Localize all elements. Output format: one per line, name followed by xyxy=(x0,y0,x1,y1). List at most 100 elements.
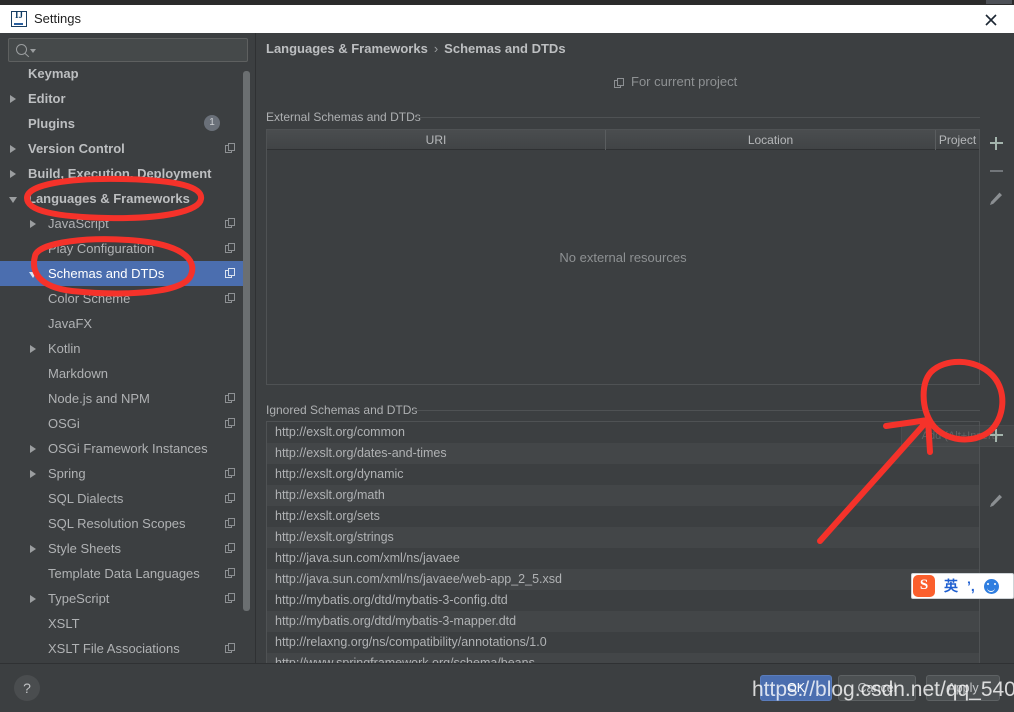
list-item[interactable]: http://exslt.org/dynamic xyxy=(267,464,979,485)
dialog-footer: ? OK Cancel Apply xyxy=(0,663,1014,712)
sidebar-item-label: JavaFX xyxy=(48,316,93,331)
sidebar-item-style-sheets[interactable]: Style Sheets xyxy=(0,536,250,561)
chevron-right-icon[interactable] xyxy=(30,220,36,228)
copy-project-icon xyxy=(225,418,236,429)
chevron-down-icon[interactable] xyxy=(29,272,37,278)
copy-project-icon xyxy=(225,393,236,404)
chevron-right-icon[interactable] xyxy=(30,345,36,353)
sogou-ime-toolbar[interactable]: S 英 ’, xyxy=(911,573,1014,599)
external-resources-table[interactable]: URI Location Project No external resourc… xyxy=(266,129,980,385)
sidebar-item-xslt[interactable]: XSLT xyxy=(0,611,250,636)
sidebar-item-node-js-and-npm[interactable]: Node.js and NPM xyxy=(0,386,250,411)
sidebar-item-template-data-languages[interactable]: Template Data Languages xyxy=(0,561,250,586)
copy-project-icon xyxy=(225,543,236,554)
scope-label: For current project xyxy=(631,74,738,89)
breadcrumb-parent[interactable]: Languages & Frameworks xyxy=(266,41,428,56)
window-title: Settings xyxy=(34,11,81,26)
list-item[interactable]: http://relaxng.org/ns/compatibility/anno… xyxy=(267,632,979,653)
chevron-right-icon[interactable] xyxy=(10,145,16,153)
sidebar-item-osgi-framework-instances[interactable]: OSGi Framework Instances xyxy=(0,436,250,461)
sidebar-item-osgi[interactable]: OSGi xyxy=(0,411,250,436)
list-item[interactable]: http://java.sun.com/xml/ns/javaee/web-ap… xyxy=(267,569,979,590)
remove-external-resource-button[interactable] xyxy=(982,157,1010,185)
ime-mode-toggle[interactable]: 英 xyxy=(944,576,958,596)
chevron-right-icon[interactable] xyxy=(10,95,16,103)
list-item[interactable]: http://java.sun.com/xml/ns/javaee xyxy=(267,548,979,569)
copy-project-icon xyxy=(225,293,236,304)
list-item[interactable]: http://mybatis.org/dtd/mybatis-3-config.… xyxy=(267,590,979,611)
sidebar-item-play-configuration[interactable]: Play Configuration xyxy=(0,236,250,261)
sidebar-item-plugins[interactable]: Plugins 1 xyxy=(0,111,250,136)
cancel-button[interactable]: Cancel xyxy=(838,675,916,701)
search-box[interactable] xyxy=(8,38,248,62)
list-item[interactable]: http://exslt.org/common xyxy=(267,422,979,443)
chevron-down-icon[interactable] xyxy=(30,49,36,53)
chevron-right-icon[interactable] xyxy=(30,595,36,603)
sidebar-item-javascript[interactable]: JavaScript xyxy=(0,211,250,236)
apply-button[interactable]: Apply xyxy=(926,675,1000,701)
list-item-label: http://relaxng.org/ns/compatibility/anno… xyxy=(275,635,547,649)
sidebar-item-editor[interactable]: Editor xyxy=(0,86,250,111)
title-bar: Settings xyxy=(0,5,1014,34)
chevron-right-icon[interactable] xyxy=(10,170,16,178)
sidebar-item-build-execution-deployment[interactable]: Build, Execution, Deployment xyxy=(0,161,250,186)
sidebar-item-keymap[interactable]: Keymap xyxy=(0,67,250,86)
list-item[interactable]: http://mybatis.org/dtd/mybatis-3-mapper.… xyxy=(267,611,979,632)
sidebar-item-label: OSGi Framework Instances xyxy=(48,441,208,456)
list-item[interactable]: http://exslt.org/sets xyxy=(267,506,979,527)
list-item-label: http://exslt.org/math xyxy=(275,488,385,502)
sidebar-item-label: SQL Dialects xyxy=(48,491,124,506)
list-item[interactable]: http://exslt.org/dates-and-times xyxy=(267,443,979,464)
add-ignored-resource-button[interactable] xyxy=(982,421,1010,449)
sidebar-item-version-control[interactable]: Version Control xyxy=(0,136,250,161)
chevron-right-icon[interactable] xyxy=(30,545,36,553)
ime-punctuation-toggle[interactable]: ’, xyxy=(967,578,975,594)
list-item[interactable]: http://exslt.org/math xyxy=(267,485,979,506)
sidebar-item-label: XSLT File Associations xyxy=(48,641,180,656)
add-external-resource-button[interactable] xyxy=(982,129,1010,157)
copy-project-icon xyxy=(225,468,236,479)
ignored-section-title: Ignored Schemas and DTDs xyxy=(266,403,424,417)
sidebar-item-typescript[interactable]: TypeScript xyxy=(0,586,250,611)
chevron-down-icon[interactable] xyxy=(9,197,17,203)
sidebar-item-kotlin[interactable]: Kotlin xyxy=(0,336,250,361)
sidebar-item-xslt-file-associations[interactable]: XSLT File Associations xyxy=(0,636,250,661)
ignored-resources-list[interactable]: http://exslt.org/common http://exslt.org/… xyxy=(266,421,980,675)
edit-external-resource-button[interactable] xyxy=(982,185,1010,213)
sidebar-item-label: Style Sheets xyxy=(48,541,121,556)
sidebar-item-sql-resolution-scopes[interactable]: SQL Resolution Scopes xyxy=(0,511,250,536)
copy-project-icon xyxy=(225,218,236,229)
copy-project-icon xyxy=(225,143,236,154)
smiley-icon[interactable] xyxy=(983,578,999,594)
pencil-icon xyxy=(982,487,1010,515)
sidebar-item-spring[interactable]: Spring xyxy=(0,461,250,486)
sidebar-item-label: Node.js and NPM xyxy=(48,391,150,406)
ok-button[interactable]: OK xyxy=(760,675,832,701)
sidebar-item-javafx[interactable]: JavaFX xyxy=(0,311,250,336)
sidebar-item-schemas-and-dtds[interactable]: Schemas and DTDs xyxy=(0,261,250,286)
sidebar-item-sql-dialects[interactable]: SQL Dialects xyxy=(0,486,250,511)
sidebar-item-label: Plugins xyxy=(28,116,75,131)
help-button[interactable]: ? xyxy=(14,675,40,701)
search-field-wrapper xyxy=(8,38,248,62)
pencil-icon xyxy=(982,185,1010,213)
sidebar-item-label: TypeScript xyxy=(48,591,110,606)
chevron-right-icon[interactable] xyxy=(30,445,36,453)
search-input[interactable] xyxy=(39,40,243,62)
chevron-right-icon[interactable] xyxy=(30,470,36,478)
sidebar-item-color-scheme[interactable]: Color Scheme xyxy=(0,286,250,311)
sidebar-item-label: Schemas and DTDs xyxy=(48,266,165,281)
sogou-logo-icon[interactable]: S xyxy=(913,575,935,597)
dialog-body: Keymap Editor Plugins 1 Version Control Build… xyxy=(0,33,1014,675)
external-empty-message: No external resources xyxy=(559,249,687,265)
external-section-rule xyxy=(416,117,980,118)
sidebar-item-languages-frameworks[interactable]: Languages & Frameworks xyxy=(0,186,250,211)
sidebar-scrollbar-thumb[interactable] xyxy=(243,71,250,611)
list-item[interactable]: http://exslt.org/strings xyxy=(267,527,979,548)
close-icon[interactable] xyxy=(974,9,1008,31)
edit-ignored-resource-button[interactable] xyxy=(982,487,1010,515)
sidebar-item-markdown[interactable]: Markdown xyxy=(0,361,250,386)
sidebar-item-label: Play Configuration xyxy=(48,241,155,256)
ignored-section-rule xyxy=(413,410,980,411)
